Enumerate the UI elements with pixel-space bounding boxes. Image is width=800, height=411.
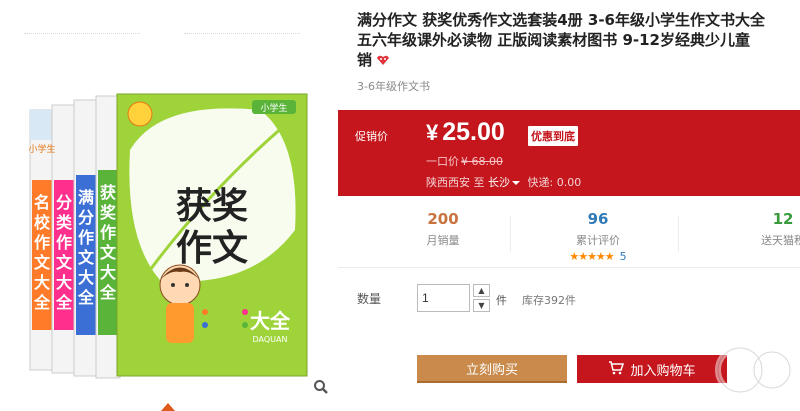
cover-badge: 小学生 [260, 102, 287, 114]
spine-char: 文 [56, 253, 73, 272]
stock-count: 库存392件 [522, 294, 576, 307]
original-price-label: 一口价 [426, 155, 459, 168]
spine-char: 文 [78, 248, 95, 267]
spine-char: 全 [55, 293, 73, 312]
quantity-input[interactable] [417, 284, 470, 312]
buy-now-button[interactable]: 立刻购买 [417, 355, 567, 383]
stat-divider [678, 216, 679, 252]
rating-score: 5 [619, 250, 627, 263]
spine-title-3: 满分作文大全 [77, 188, 95, 307]
product-title-line-3: 销 [357, 50, 800, 71]
product-title-line-1: 满分作文 获奖优秀作文选套装4册 3-6年级小学生作文书大全 [357, 11, 765, 29]
spine-char: 作 [34, 233, 50, 252]
spine-char: 分 [56, 193, 72, 212]
spine-badge: 小学生 [28, 143, 55, 155]
promo-label: 促销价 [355, 130, 388, 143]
cover-subtitle: 大全 [250, 309, 291, 333]
spine-title-2: 分类作文大全 [55, 193, 73, 312]
cover-title-line: 获奖 [176, 186, 248, 227]
book-set-illustration: 小学生 名校作文大全 分类作文大全 满分作文大全 获奖作文大全 小学生 获奖作文… [28, 93, 308, 379]
product-title-tail: 销 [357, 51, 373, 69]
spine-title-4: 获奖作文大全 [99, 183, 117, 302]
points-count: 12 [772, 210, 794, 228]
spine-title-1: 名校作文大全 [33, 193, 51, 312]
search-zoom-icon [314, 380, 328, 394]
spine-char: 文 [34, 253, 51, 272]
spine-char: 类 [56, 213, 73, 232]
star-icons: ★★★★★ [569, 250, 614, 263]
zoom-button[interactable] [308, 374, 334, 400]
stats-bar: 200 月销量 96 累计评价 ★★★★★ 5 12 送天猫积 [338, 196, 800, 268]
ship-to-label: 至 [473, 176, 485, 189]
dropdown-caret-icon [512, 180, 520, 185]
cover-pinyin: DAQUAN [253, 335, 288, 344]
review-label: 累计评价 [576, 234, 620, 247]
spine-char: 全 [99, 283, 117, 302]
spine-char: 文 [100, 243, 117, 262]
thumbnail-pointer-icon [161, 403, 175, 411]
original-price: 一口价 ¥ 68.00 [426, 153, 503, 169]
spine-char: 获 [100, 183, 116, 202]
stat-monthly-sales: 200 月销量 [398, 210, 488, 248]
price-value: 25.00 [442, 118, 505, 146]
rating-stars: ★★★★★ 5 [553, 250, 643, 263]
stat-divider [510, 216, 511, 252]
cart-icon [608, 360, 625, 378]
points-label: 送天猫积 [761, 234, 800, 247]
spine-char: 校 [34, 213, 51, 232]
stepper-up-icon[interactable]: ▲ [473, 284, 490, 297]
spine-char: 作 [56, 233, 72, 252]
product-title: 满分作文 获奖优秀作文选套装4册 3-6年级小学生作文书大全 五六年级课外必读物… [357, 10, 800, 71]
cover-title-line: 作文 [176, 228, 248, 269]
spine-char: 奖 [100, 203, 117, 222]
spine-char: 大 [100, 263, 116, 282]
product-main-image[interactable]: 小学生 名校作文大全 分类作文大全 满分作文大全 获奖作文大全 小学生 获奖作文… [0, 40, 340, 411]
original-price-value: ¥ 68.00 [461, 155, 503, 168]
hot-badge-icon [376, 51, 390, 71]
review-count: 96 [587, 210, 609, 228]
spine-char: 作 [100, 223, 116, 242]
promo-panel: 促销价 ¥25.00 优惠到底 一口价 ¥ 68.00 陕西西安 至 长沙 快递:… [338, 110, 800, 196]
spine-char: 作 [78, 228, 94, 247]
product-subtitle: 3-6年级作文书 [357, 80, 430, 93]
promo-price: ¥25.00 [426, 118, 505, 147]
cover-title: 获奖作文 [176, 186, 248, 269]
spine-char: 名 [34, 193, 50, 212]
spine-char: 大 [56, 273, 72, 292]
quantity-label: 数量 [357, 292, 382, 306]
discount-tag: 优惠到底 [528, 126, 578, 146]
currency-symbol: ¥ [426, 120, 439, 145]
thumbnail-strip [0, 0, 340, 40]
spine-char: 全 [33, 293, 51, 312]
spine-char: 大 [78, 268, 94, 287]
ship-destination: 长沙 [488, 176, 510, 189]
sales-label: 月销量 [426, 234, 460, 247]
ship-destination-select[interactable]: 长沙 [488, 176, 524, 189]
stat-points: 12 送天猫积 [738, 210, 800, 248]
book-front-cover: 小学生 获奖作文 大全 DAQUAN [116, 93, 308, 377]
watermark-logo [715, 345, 793, 395]
spine-char: 分 [78, 208, 94, 227]
sales-count: 200 [427, 210, 459, 228]
shipping-info: 陕西西安 至 长沙 快递: 0.00 [426, 174, 581, 190]
stat-reviews[interactable]: 96 累计评价 ★★★★★ 5 [553, 210, 643, 263]
product-title-line-2: 五六年级课外必读物 正版阅读素材图书 9-12岁经典少儿童 [357, 31, 750, 49]
stepper-down-icon[interactable]: ▼ [473, 299, 490, 312]
spine-char: 大 [34, 273, 50, 292]
spine-char: 全 [77, 288, 95, 307]
shipping-fee: 快递: 0.00 [527, 176, 582, 189]
quantity-unit: 件 [496, 294, 507, 307]
ship-origin: 陕西西安 [426, 176, 470, 189]
thumbnail-divider [184, 33, 300, 34]
spine-char: 满 [78, 188, 94, 207]
add-to-cart-button[interactable]: 加入购物车 [577, 355, 727, 383]
thumbnail-divider [24, 33, 140, 34]
add-to-cart-label: 加入购物车 [630, 362, 696, 378]
